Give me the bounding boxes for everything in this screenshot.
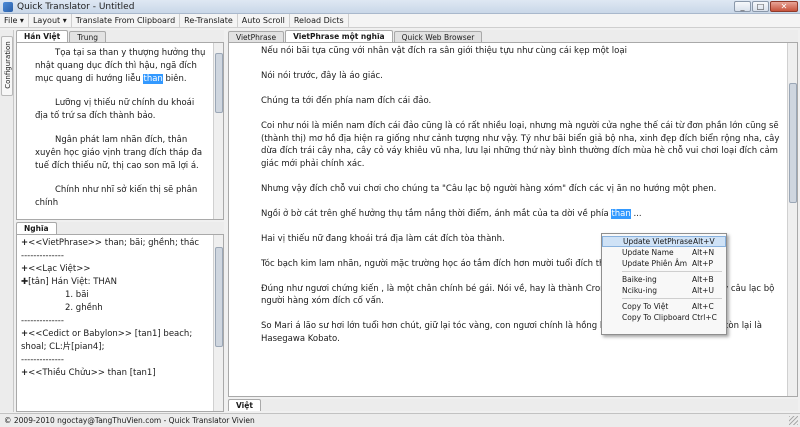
- paragraph: Coi như nói là miền nam đích cái đảo cũn…: [261, 120, 783, 170]
- menu-layout[interactable]: Layout ▾: [29, 13, 72, 28]
- menu-copy-to-viet[interactable]: Copy To Việt Alt+C: [602, 301, 726, 312]
- dict-cedict: +<<Cedict or Babylon>> [tan1] beach; sho…: [21, 329, 193, 352]
- app-window: Quick Translator - Untitled _ □ ✕ File ▾…: [0, 0, 800, 427]
- hanviet-tabbar: Hán Việt Trung: [16, 30, 224, 42]
- main-scroll-thumb[interactable]: [789, 83, 797, 203]
- tab-vietphrase-mot-nghia[interactable]: VietPhrase một nghĩa: [285, 30, 393, 42]
- window-title: Quick Translator - Untitled: [17, 1, 135, 12]
- tab-quick-web-browser[interactable]: Quick Web Browser: [393, 31, 483, 42]
- nghia-tabbar: Nghĩa: [16, 222, 224, 234]
- nghia-scrollbar[interactable]: [213, 235, 223, 411]
- paragraph: Lưỡng vị thiếu nữ chính du khoái địa tố …: [35, 97, 209, 123]
- resize-grip-icon[interactable]: [789, 416, 798, 425]
- selected-word: than: [611, 208, 631, 219]
- nghia-pane[interactable]: +<<VietPhrase>> than; bãi; ghềnh; thác -…: [16, 234, 224, 412]
- paragraph: Ngân phát lam nhãn đích, thân xuyên học …: [35, 134, 209, 173]
- hanviet-text[interactable]: Tọa tại sa than y thượng hưởng thụ nhật …: [17, 43, 223, 219]
- translate-from-clipboard-button[interactable]: Translate From Clipboard: [72, 13, 181, 28]
- menu-update-vietphrase[interactable]: Update VietPhrase Alt+V: [602, 236, 726, 247]
- menu-separator: [622, 271, 722, 272]
- menu-separator: [622, 298, 722, 299]
- paragraph-text: Coi như nói là miền nam đích cái đảo cũn…: [261, 120, 780, 169]
- paragraph-text: ...: [630, 208, 642, 219]
- selected-word: than: [143, 74, 163, 84]
- tab-viet[interactable]: Việt: [228, 399, 261, 411]
- paragraph-text: biên.: [162, 74, 187, 84]
- title-bar: Quick Translator - Untitled _ □ ✕: [0, 0, 800, 14]
- paragraph: Nếu nói bãi tựa cũng với nhân vật đích r…: [261, 45, 783, 58]
- menu-baike-ing[interactable]: Baike-ing Alt+B: [602, 274, 726, 285]
- paragraph: Chúng ta tới đến phía nam đích cái đảo.: [261, 95, 783, 108]
- dict-separator: --------------: [21, 251, 64, 261]
- tab-nghia[interactable]: Nghĩa: [16, 222, 57, 234]
- nghia-scroll-thumb[interactable]: [215, 247, 223, 347]
- paragraph-text: Nói nói trước, đây là áo giác.: [261, 70, 383, 81]
- paragraph-text: Ngân phát lam nhãn đích, thân xuyên học …: [35, 135, 203, 171]
- menu-copy-to-clipboard[interactable]: Copy To Clipboard Ctrl+C: [602, 312, 726, 323]
- paragraph-text: Tóc bạch kim lam nhãn, người mặc trường …: [261, 258, 631, 269]
- paragraph: Nói nói trước, đây là áo giác.: [261, 70, 783, 83]
- paragraph-text: Ngồi ở bờ cát trên ghế hưởng thụ tắm nắn…: [261, 208, 612, 219]
- tab-vietphrase[interactable]: VietPhrase: [228, 31, 285, 42]
- paragraph: Nhưng vậy đích chỗ vui chơi cho chúng ta…: [261, 183, 783, 196]
- paragraph-text: Nhưng vậy đích chỗ vui chơi cho chúng ta…: [261, 183, 717, 194]
- side-strip: Configuration: [0, 30, 14, 412]
- main-tabbar: VietPhrase VietPhrase một nghĩa Quick We…: [228, 30, 798, 42]
- configuration-label: Configuration: [4, 41, 12, 89]
- hanviet-pane[interactable]: Tọa tại sa than y thượng hưởng thụ nhật …: [16, 42, 224, 220]
- dict-lacviet-head: +<<Lạc Việt>>: [21, 264, 91, 274]
- menu-update-name[interactable]: Update Name Alt+N: [602, 247, 726, 258]
- dict-def: 2. ghềnh: [65, 303, 103, 313]
- menu-bar: File ▾ Layout ▾ Translate From Clipboard…: [0, 13, 800, 28]
- auto-scroll-button[interactable]: Auto Scroll: [238, 13, 290, 28]
- dict-separator: --------------: [21, 316, 64, 326]
- paragraph: Chính như nhĩ sở kiến thị sẽ phân chính: [35, 184, 209, 210]
- menu-file[interactable]: File ▾: [0, 13, 29, 28]
- reload-dicts-button[interactable]: Reload Dicts: [290, 13, 349, 28]
- status-bar: © 2009-2010 ngoctay@TangThuVien.com - Qu…: [0, 413, 800, 427]
- main-scrollbar[interactable]: [787, 43, 797, 396]
- dict-separator: --------------: [21, 355, 64, 365]
- minimize-button[interactable]: _: [734, 1, 751, 12]
- bottom-tabbar: Việt: [228, 399, 798, 411]
- menu-nciku-ing[interactable]: Nciku-ing Alt+U: [602, 285, 726, 296]
- app-icon: [3, 1, 13, 12]
- tab-han-viet[interactable]: Hán Việt: [16, 30, 69, 42]
- dictionary-text[interactable]: +<<VietPhrase>> than; bãi; ghềnh; thác -…: [17, 235, 223, 382]
- dict-thieuchuu: +<<Thiều Chửu>> than [tan1]: [21, 368, 156, 378]
- status-text: © 2009-2010 ngoctay@TangThuVien.com - Qu…: [4, 416, 255, 425]
- close-button[interactable]: ✕: [770, 1, 798, 12]
- main-translation-pane[interactable]: Nếu nói bãi tựa cũng với nhân vật đích r…: [228, 42, 798, 397]
- paragraph-text: Lưỡng vị thiếu nữ chính du khoái địa tố …: [35, 98, 195, 121]
- paragraph-text: Hai vị thiếu nữ đang khoái trá địa làm c…: [261, 233, 505, 244]
- paragraph-text: Chính như nhĩ sở kiến thị sẽ phân chính: [35, 185, 198, 208]
- re-translate-button[interactable]: Re-Translate: [180, 13, 238, 28]
- dict-lacviet-entry: ✚[tân] Hán Việt: THAN: [21, 277, 117, 287]
- dict-def: 1. bãi: [65, 290, 89, 300]
- tab-trung[interactable]: Trung: [69, 31, 107, 42]
- configuration-tab[interactable]: Configuration: [1, 36, 13, 96]
- hanviet-scroll-thumb[interactable]: [215, 53, 223, 113]
- paragraph-text: Nếu nói bãi tựa cũng với nhân vật đích r…: [261, 46, 627, 56]
- maximize-button[interactable]: □: [752, 1, 769, 12]
- paragraph: Tọa tại sa than y thượng hưởng thụ nhật …: [35, 47, 209, 86]
- hanviet-scrollbar[interactable]: [213, 43, 223, 219]
- dict-vietphrase: +<<VietPhrase>> than; bãi; ghềnh; thác: [21, 238, 200, 248]
- context-menu: Update VietPhrase Alt+V Update Name Alt+N …: [601, 233, 727, 335]
- paragraph-text: Chúng ta tới đến phía nam đích cái đảo.: [261, 95, 432, 106]
- paragraph: Ngồi ở bờ cát trên ghế hưởng thụ tắm nắn…: [261, 208, 783, 221]
- menu-update-phien-am[interactable]: Update Phiên Âm Alt+P: [602, 258, 726, 269]
